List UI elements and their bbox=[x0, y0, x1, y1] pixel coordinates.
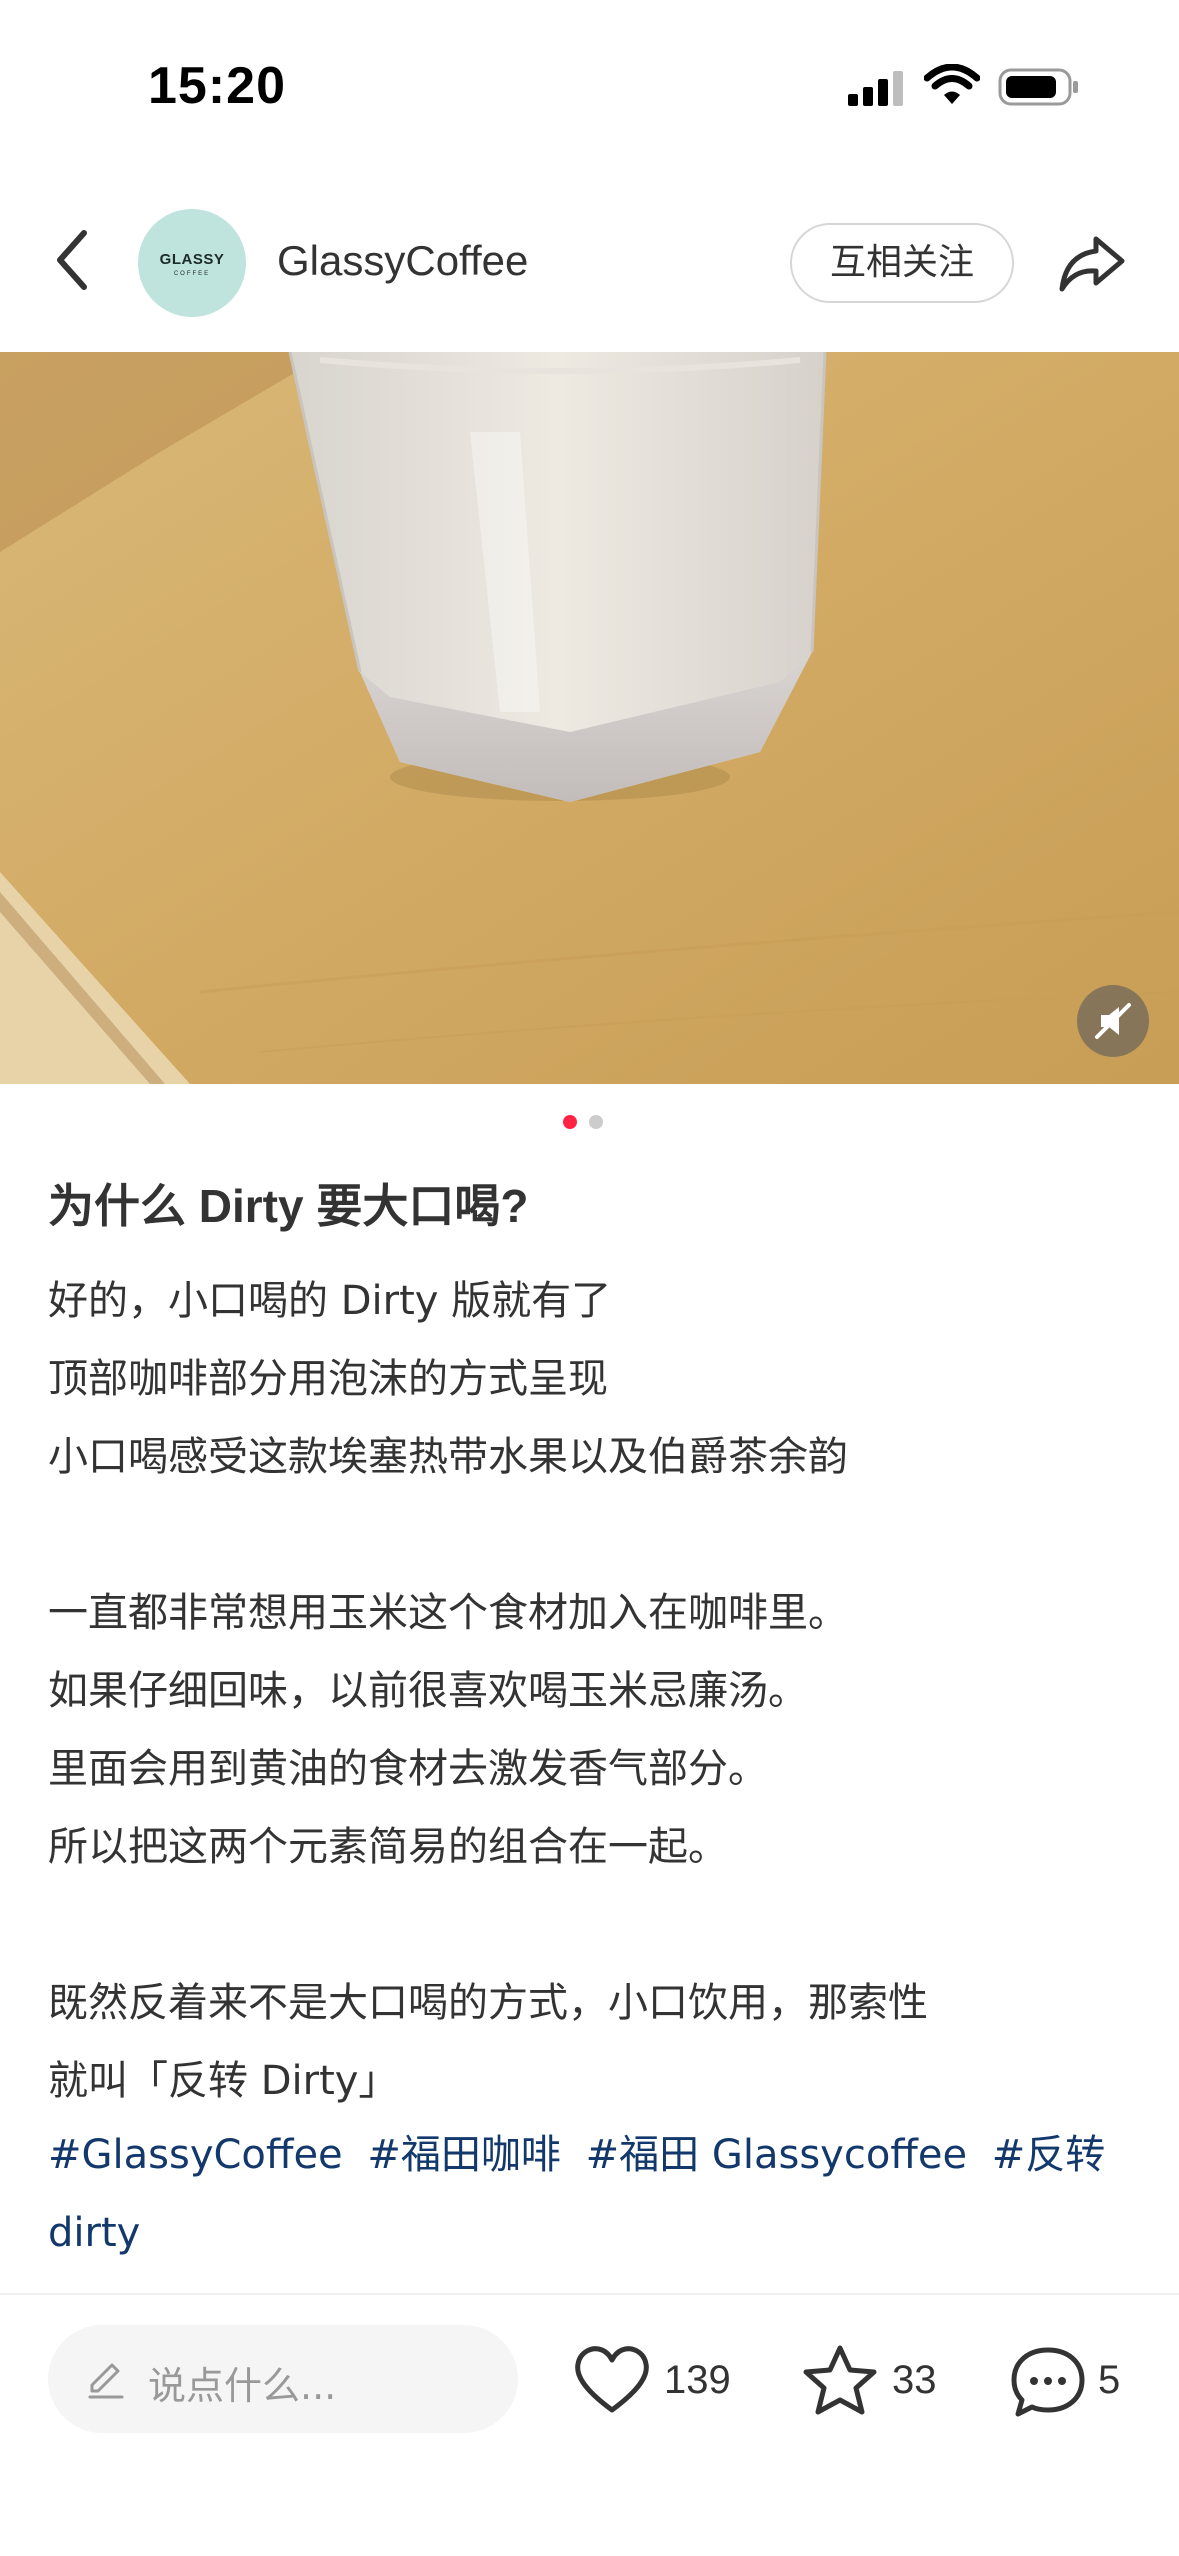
pencil-icon bbox=[88, 2363, 124, 2399]
hashtag-list: #GlassyCoffee #福田咖啡 #福田 Glassycoffee #反转… bbox=[48, 2116, 1148, 2272]
body-line: 一直都非常想用玉米这个食材加入在咖啡里。 bbox=[48, 1590, 848, 1636]
status-bar: 15:20 bbox=[0, 0, 1179, 170]
cellular-signal-icon bbox=[848, 71, 903, 106]
note-photo[interactable] bbox=[0, 352, 1179, 1084]
comment-placeholder: 说点什么... bbox=[148, 2364, 337, 2408]
avatar-logo-subtext: COFFEE bbox=[173, 271, 211, 277]
coffee-glass-image bbox=[0, 352, 1179, 1084]
bottom-bar-divider bbox=[0, 2293, 1179, 2295]
collect-count: 33 bbox=[892, 2358, 937, 2402]
mute-button[interactable] bbox=[1077, 985, 1149, 1057]
body-line: 既然反着来不是大口喝的方式，小口饮用，那索性 bbox=[48, 1980, 928, 2026]
body-line: 如果仔细回味，以前很喜欢喝玉米忌廉汤。 bbox=[48, 1668, 808, 1714]
body-line: 所以把这两个元素简易的组合在一起。 bbox=[48, 1824, 728, 1870]
hashtag-link[interactable]: #福田 Glassycoffee bbox=[586, 2132, 967, 2178]
body-line: 小口喝感受这款埃塞热带水果以及伯爵茶余韵 bbox=[48, 1434, 848, 1480]
status-time: 15:20 bbox=[148, 57, 286, 115]
hashtag-link[interactable]: #福田咖啡 bbox=[367, 2132, 561, 2178]
follow-button[interactable]: 互相关注 bbox=[790, 223, 1014, 303]
comment-count: 5 bbox=[1098, 2358, 1121, 2402]
body-line: 就叫「反转 Dirty」 bbox=[48, 2058, 399, 2104]
wifi-icon bbox=[924, 64, 980, 104]
share-icon[interactable] bbox=[1056, 229, 1128, 297]
author-name[interactable]: GlassyCoffee bbox=[277, 237, 528, 285]
comment-input[interactable]: 说点什么... bbox=[48, 2325, 518, 2433]
star-icon bbox=[803, 2345, 877, 2415]
body-line: 里面会用到黄油的食材去激发香气部分。 bbox=[48, 1746, 768, 1792]
back-icon[interactable] bbox=[48, 225, 98, 295]
speaker-muted-icon bbox=[1095, 1003, 1131, 1039]
comment-bubble-icon bbox=[1011, 2347, 1085, 2417]
note-detail-page: 15:20 GLASSY COFFEE GlassyCoffee 互相关注 为什… bbox=[0, 0, 1179, 2556]
heart-icon bbox=[575, 2346, 649, 2413]
body-line: 好的，小口喝的 Dirty 版就有了 bbox=[48, 1278, 612, 1324]
body-line: 顶部咖啡部分用泡沫的方式呈现 bbox=[48, 1356, 608, 1402]
note-title: 为什么 Dirty 要大口喝? bbox=[48, 1180, 529, 1232]
pager-dot[interactable] bbox=[589, 1115, 603, 1129]
battery-icon bbox=[998, 68, 1078, 106]
image-pager bbox=[560, 1115, 620, 1129]
like-count: 139 bbox=[664, 2358, 731, 2402]
author-avatar[interactable]: GLASSY COFFEE bbox=[138, 209, 246, 317]
pager-dot-active[interactable] bbox=[563, 1115, 577, 1129]
like-button[interactable]: 139 bbox=[572, 2330, 752, 2430]
note-header: GLASSY COFFEE GlassyCoffee 互相关注 bbox=[0, 195, 1179, 355]
avatar-logo-text: GLASSY bbox=[159, 251, 225, 268]
hashtag-link[interactable]: #GlassyCoffee bbox=[48, 2132, 343, 2178]
note-body: 好的，小口喝的 Dirty 版就有了 顶部咖啡部分用泡沫的方式呈现 小口喝感受这… bbox=[48, 1262, 1138, 2120]
collect-button[interactable]: 33 bbox=[800, 2330, 960, 2430]
comment-button[interactable]: 5 bbox=[1008, 2330, 1178, 2430]
